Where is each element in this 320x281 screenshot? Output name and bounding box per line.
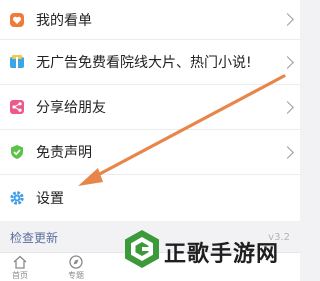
- menu-item-share[interactable]: 分享给朋友: [0, 85, 300, 130]
- menu-item-label: 我的看单: [36, 12, 92, 29]
- menu-item-ad-free[interactable]: 无广告免费看院线大片、热门小说!: [0, 40, 300, 85]
- menu-item-settings[interactable]: 设置: [0, 175, 300, 221]
- gear-icon: [8, 189, 26, 207]
- tab-label: 专题: [68, 271, 84, 280]
- shield-icon: [8, 143, 26, 161]
- share-icon: [8, 98, 26, 116]
- settings-menu: 我的看单 无广告免费看院线大片、热门小说! 分享给朋友 免责声明 设置: [0, 0, 300, 221]
- menu-item-label: 无广告免费看院线大片、热门小说!: [36, 55, 252, 71]
- watermark-text: 正歌手游网: [164, 242, 280, 267]
- gift-book-icon: [8, 53, 26, 71]
- compass-icon: [69, 255, 83, 269]
- menu-item-disclaimer[interactable]: 免责声明: [0, 130, 300, 175]
- menu-item-label: 分享给朋友: [36, 100, 106, 116]
- chevron-right-icon: [281, 13, 294, 26]
- menu-item-label: 设置: [36, 191, 64, 207]
- heart-icon: [8, 11, 26, 29]
- menu-item-my-list[interactable]: 我的看单: [0, 0, 300, 40]
- home-icon: [13, 255, 27, 269]
- menu-item-label: 免责声明: [36, 145, 92, 161]
- chevron-right-icon: [281, 145, 294, 159]
- check-update-label: 检查更新: [10, 230, 59, 245]
- chevron-right-icon: [281, 100, 294, 114]
- tab-label: 首页: [12, 271, 28, 280]
- tab-topics[interactable]: 专题: [56, 253, 96, 281]
- tab-home[interactable]: 首页: [0, 253, 40, 281]
- chevron-right-icon: [281, 55, 294, 69]
- watermark: 正歌手游网: [120, 228, 300, 272]
- watermark-logo-icon: [125, 230, 159, 268]
